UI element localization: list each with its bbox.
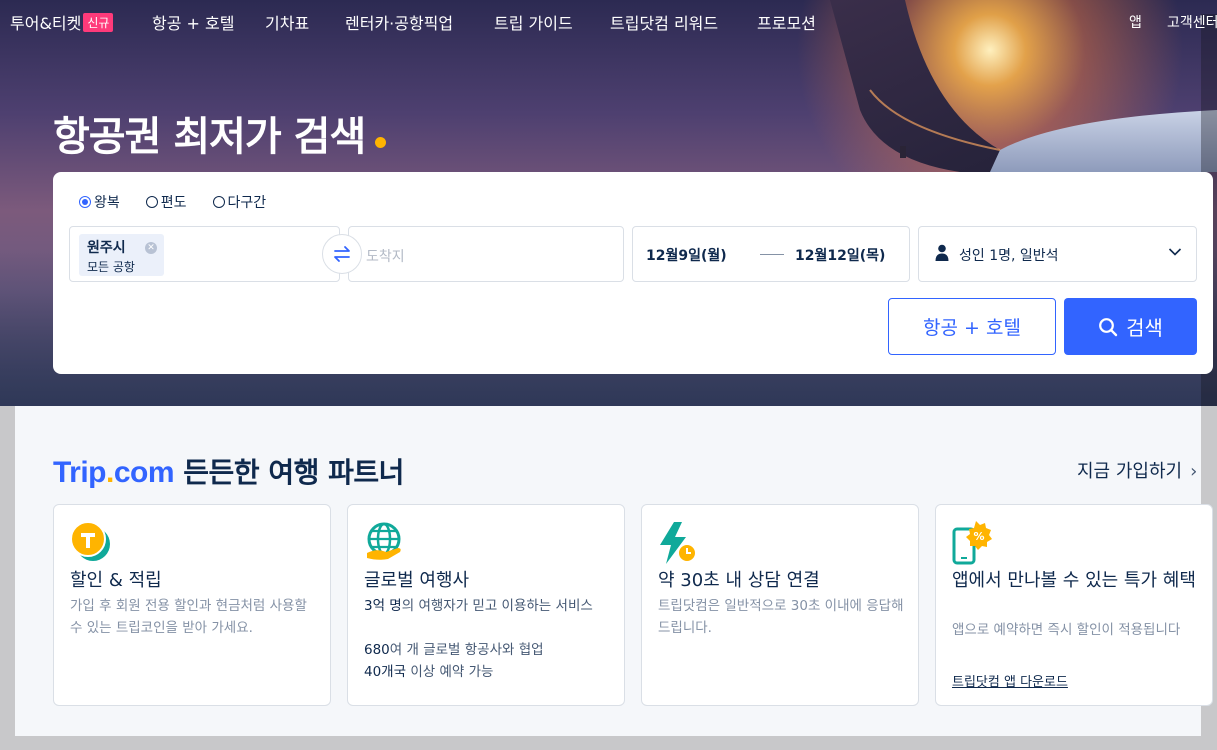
destination-field[interactable]: 도착지 (348, 226, 624, 282)
feature-line-countries: 40개국 이상 예약 가능 (364, 664, 494, 680)
svg-text:%: % (973, 530, 984, 543)
feature-card-app: % 앱에서 만나볼 수 있는 특가 혜택 앱으로 예약하면 즉시 할인이 적용됩… (935, 504, 1213, 706)
trip-type-selector: 왕복 편도 다구간 (79, 192, 292, 212)
nav-app[interactable]: 앱 (1129, 12, 1142, 32)
chevron-right-icon: › (1190, 461, 1198, 482)
nav-promotions[interactable]: 프로모션 (757, 10, 816, 34)
passenger-class-field[interactable]: 성인 1명, 일반석 (918, 226, 1197, 282)
new-badge: 신규 (83, 13, 114, 32)
feature-desc: 트립닷컴은 일반적으로 30초 이내에 응답해 드립니다. (658, 598, 904, 636)
swap-icon (334, 246, 350, 262)
date-separator (760, 254, 784, 255)
phone-discount-icon: % (952, 521, 992, 565)
feature-card-global: 글로벌 여행사 3억 명의 여행자가 믿고 이용하는 서비스 680여 개 글로… (347, 504, 625, 706)
depart-date: 12월9일(월) (646, 248, 727, 264)
date-range-field[interactable]: 12월9일(월) 12월12일(목) (632, 226, 910, 282)
trip-type-round[interactable]: 왕복 (79, 192, 120, 212)
trip-type-oneway[interactable]: 편도 (145, 192, 187, 212)
radio-circle (79, 196, 91, 208)
swap-cities-button[interactable] (322, 234, 362, 274)
chevron-down-icon (1168, 248, 1182, 256)
destination-placeholder: 도착지 (366, 249, 405, 265)
feature-line-airlines: 680여 개 글로벌 항공사와 협업 (364, 642, 544, 658)
origin-airport: 모든 공항 (87, 260, 135, 274)
nav-trains[interactable]: 기차표 (265, 10, 309, 34)
nav-tours[interactable]: 투어&티켓 신규 (10, 10, 114, 34)
radio-circle (145, 196, 158, 208)
feature-title: 약 30초 내 상담 연결 (658, 570, 820, 591)
search-button[interactable]: 검색 (1064, 298, 1197, 355)
feature-title: 글로벌 여행사 (364, 570, 470, 591)
feature-title: 할인 & 적립 (70, 570, 162, 591)
feature-line-travelers: 3억 명의 여행자가 믿고 이용하는 서비스 (364, 598, 593, 614)
origin-chip: 원주시 모든 공항 ✕ (79, 234, 164, 276)
partner-heading: Trip.com 든든한 여행 파트너 (53, 456, 404, 489)
nav-car-rental[interactable]: 렌터카·공항픽업 (345, 10, 453, 34)
top-nav: 투어&티켓 신규 항공 + 호텔 기차표 렌터카·공항픽업 트립 가이드 트립닷컴… (0, 0, 1217, 44)
trip-type-multi[interactable]: 다구간 (212, 192, 266, 212)
join-now-link[interactable]: 지금 가입하기 › (1077, 457, 1197, 483)
flight-search-card: 왕복 편도 다구간 원주시 모든 공항 ✕ 도착지 12월9일(월) 12월12… (53, 172, 1213, 374)
page-title: 항공권 최저가 검색 (53, 104, 387, 162)
feature-title: 앱에서 만나볼 수 있는 특가 혜택 (952, 570, 1196, 591)
nav-trip-guide[interactable]: 트립 가이드 (494, 10, 573, 34)
nav-flight-hotel[interactable]: 항공 + 호텔 (152, 10, 234, 34)
nav-support[interactable]: 고객센터 (1167, 12, 1217, 32)
clear-origin-icon[interactable]: ✕ (145, 242, 157, 254)
origin-field[interactable]: 원주시 모든 공항 ✕ (69, 226, 340, 282)
search-icon (1099, 317, 1118, 336)
title-dot (375, 137, 387, 148)
feature-desc: 가입 후 회원 전용 할인과 현금처럼 사용할 수 있는 트립코인을 받아 가세… (70, 598, 307, 636)
nav-rewards[interactable]: 트립닷컴 리워드 (610, 10, 718, 34)
feature-card-support: 약 30초 내 상담 연결 트립닷컴은 일반적으로 30초 이내에 응답해 드립… (641, 504, 919, 706)
trip-logo: Trip.com (53, 456, 175, 489)
flight-hotel-button[interactable]: 항공 + 호텔 (888, 298, 1056, 355)
app-download-link[interactable]: 트립닷컴 앱 다운로드 (952, 671, 1068, 690)
radio-circle (212, 196, 225, 208)
feature-card-rewards: 할인 & 적립 가입 후 회원 전용 할인과 현금처럼 사용할 수 있는 트립코… (53, 504, 331, 706)
person-icon (935, 244, 949, 261)
passenger-summary: 성인 1명, 일반석 (959, 248, 1059, 264)
return-date: 12월12일(목) (795, 248, 886, 264)
trip-coin-icon (70, 521, 110, 561)
feature-desc: 앱으로 예약하면 즉시 할인이 적용됩니다 (952, 622, 1181, 638)
lightning-clock-icon (660, 522, 697, 564)
globe-hand-icon (367, 522, 401, 560)
